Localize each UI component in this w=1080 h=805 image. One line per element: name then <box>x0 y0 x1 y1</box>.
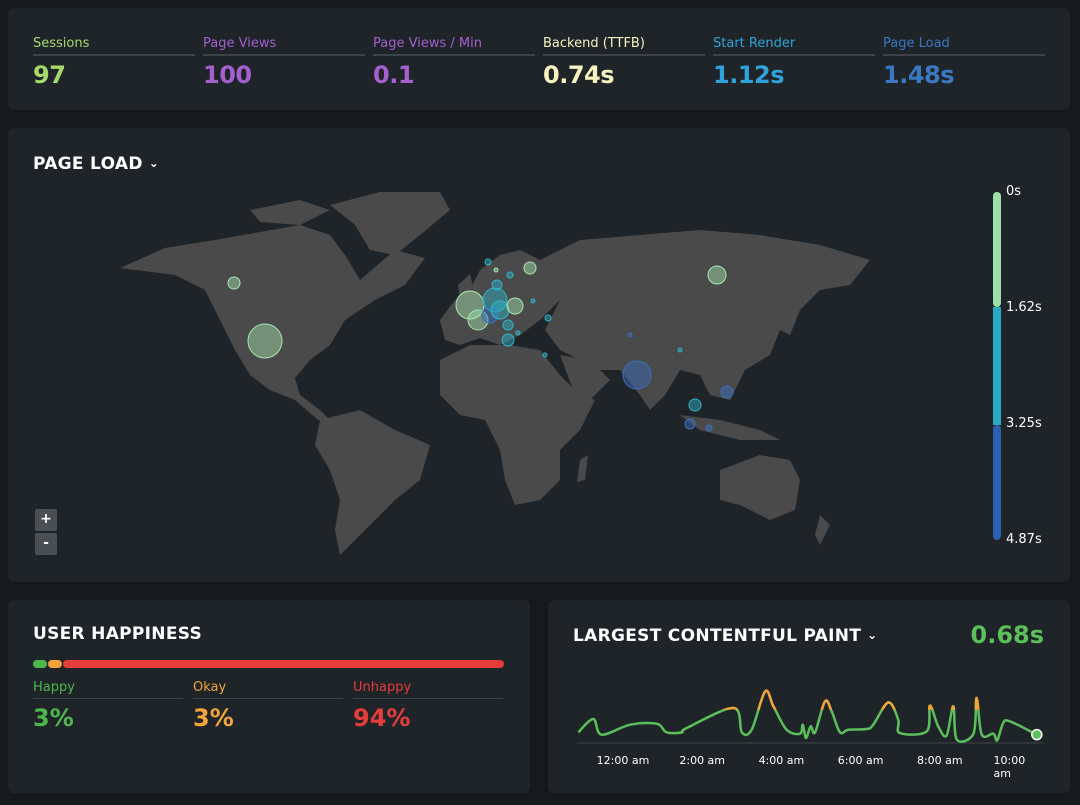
australia <box>720 455 800 520</box>
madagascar <box>577 455 588 482</box>
legend-label: 3.25s <box>1006 416 1042 431</box>
stat-label: Page Views / Min <box>373 36 535 56</box>
session-bubble[interactable] <box>684 418 696 430</box>
happiness-segment-unhappy <box>63 660 504 668</box>
legend-segment <box>993 425 1001 540</box>
session-bubble[interactable] <box>530 298 536 304</box>
legend-segment <box>993 307 1001 425</box>
stat-value: 97 <box>33 61 66 89</box>
stat-label: Sessions <box>33 36 195 56</box>
stats-panel: Sessions 97 Page Views 100 Page Views / Mi… <box>8 8 1070 110</box>
session-bubble[interactable] <box>622 360 652 390</box>
session-bubble[interactable] <box>506 297 524 315</box>
stat-value: 0.74s <box>543 61 615 89</box>
legend-segment <box>993 192 1001 307</box>
zoom-in-button[interactable]: + <box>35 509 57 531</box>
lcp-line <box>577 689 1038 743</box>
map-metric-dropdown[interactable]: PAGE LOAD ⌄ <box>33 154 159 174</box>
load-time-legend-bar <box>993 192 1001 540</box>
legend-label: 0s <box>1006 184 1022 199</box>
x-tick-label: 4:00 am <box>758 754 805 767</box>
se-asia-islands <box>680 415 780 440</box>
session-bubble[interactable] <box>544 314 552 322</box>
session-bubble[interactable] <box>484 258 492 266</box>
x-tick-label: 12:00 am <box>596 754 650 767</box>
stat-sessions[interactable]: Sessions 97 <box>33 36 195 89</box>
north-america <box>120 225 425 420</box>
x-tick-label: 2:00 am <box>679 754 726 767</box>
arctic-islands <box>250 200 330 225</box>
south-america <box>315 410 430 555</box>
stat-value: 0.1 <box>373 61 415 89</box>
unhappy-stat: Unhappy 94% <box>353 680 503 732</box>
session-bubble[interactable] <box>493 267 499 273</box>
greenland <box>330 192 450 255</box>
stat-page-views[interactable]: Page Views 100 <box>203 36 365 89</box>
session-bubble[interactable] <box>707 265 727 285</box>
stat-value: 94% <box>353 704 411 732</box>
lcp-panel: LARGEST CONTENTFUL PAINT ⌄ 0.68s 12:00 am… <box>548 600 1070 793</box>
stat-label: Unhappy <box>353 680 503 699</box>
session-bubble[interactable] <box>688 398 702 412</box>
stat-value: 3% <box>193 704 234 732</box>
stat-page-load[interactable]: Page Load 1.48s <box>883 36 1045 89</box>
user-happiness-panel: USER HAPPINESS Happy 3% Okay 3% Unhappy 94% <box>8 600 530 793</box>
happiness-segment-happy <box>33 660 48 668</box>
stat-backend-ttfb[interactable]: Backend (TTFB) 0.74s <box>543 36 705 89</box>
session-bubble[interactable] <box>502 319 514 331</box>
stat-value: 1.48s <box>883 61 955 89</box>
stat-page-views-per-min[interactable]: Page Views / Min 0.1 <box>373 36 535 89</box>
legend-label: 4.87s <box>1006 532 1042 547</box>
zoom-out-button[interactable]: - <box>35 533 57 555</box>
x-tick-label: 10:00 am <box>993 754 1026 780</box>
session-bubble[interactable] <box>720 385 734 399</box>
page-load-map-panel: PAGE LOAD ⌄ 0s 1.62s 3.25s 4.87s + - <box>8 128 1070 582</box>
session-bubble[interactable] <box>523 261 537 275</box>
session-bubble[interactable] <box>490 300 510 320</box>
stat-label: Page Load <box>883 36 1045 56</box>
stat-value: 1.12s <box>713 61 785 89</box>
session-bubble[interactable] <box>506 271 514 279</box>
session-bubble[interactable] <box>515 330 521 336</box>
session-bubble[interactable] <box>247 323 283 359</box>
lcp-last-point[interactable] <box>1031 728 1043 741</box>
session-bubble[interactable] <box>677 347 683 353</box>
happiness-segment-okay <box>48 660 63 668</box>
chevron-down-icon: ⌄ <box>148 156 160 170</box>
x-tick-label: 6:00 am <box>837 754 884 767</box>
session-bubble[interactable] <box>491 279 503 291</box>
x-tick-label: 8:00 am <box>916 754 963 767</box>
legend-label: 1.62s <box>1006 300 1042 315</box>
session-bubble[interactable] <box>227 276 241 290</box>
stat-label: Start Render <box>713 36 875 56</box>
stat-value: 3% <box>33 704 74 732</box>
stat-label: Backend (TTFB) <box>543 36 705 56</box>
session-bubble[interactable] <box>501 333 515 347</box>
stat-start-render[interactable]: Start Render 1.12s <box>713 36 875 89</box>
stat-label: Page Views <box>203 36 365 56</box>
session-bubble[interactable] <box>627 332 633 338</box>
happiness-title: USER HAPPINESS <box>33 624 203 644</box>
stat-label: Okay <box>193 680 343 699</box>
new-zealand <box>815 515 830 545</box>
map-title: PAGE LOAD <box>33 154 143 174</box>
happy-stat: Happy 3% <box>33 680 183 732</box>
session-bubble[interactable] <box>705 424 713 432</box>
stat-value: 100 <box>203 61 252 89</box>
session-bubble[interactable] <box>542 352 548 358</box>
continents <box>120 192 870 555</box>
okay-stat: Okay 3% <box>193 680 343 732</box>
world-map[interactable] <box>8 128 1070 582</box>
stat-label: Happy <box>33 680 183 699</box>
